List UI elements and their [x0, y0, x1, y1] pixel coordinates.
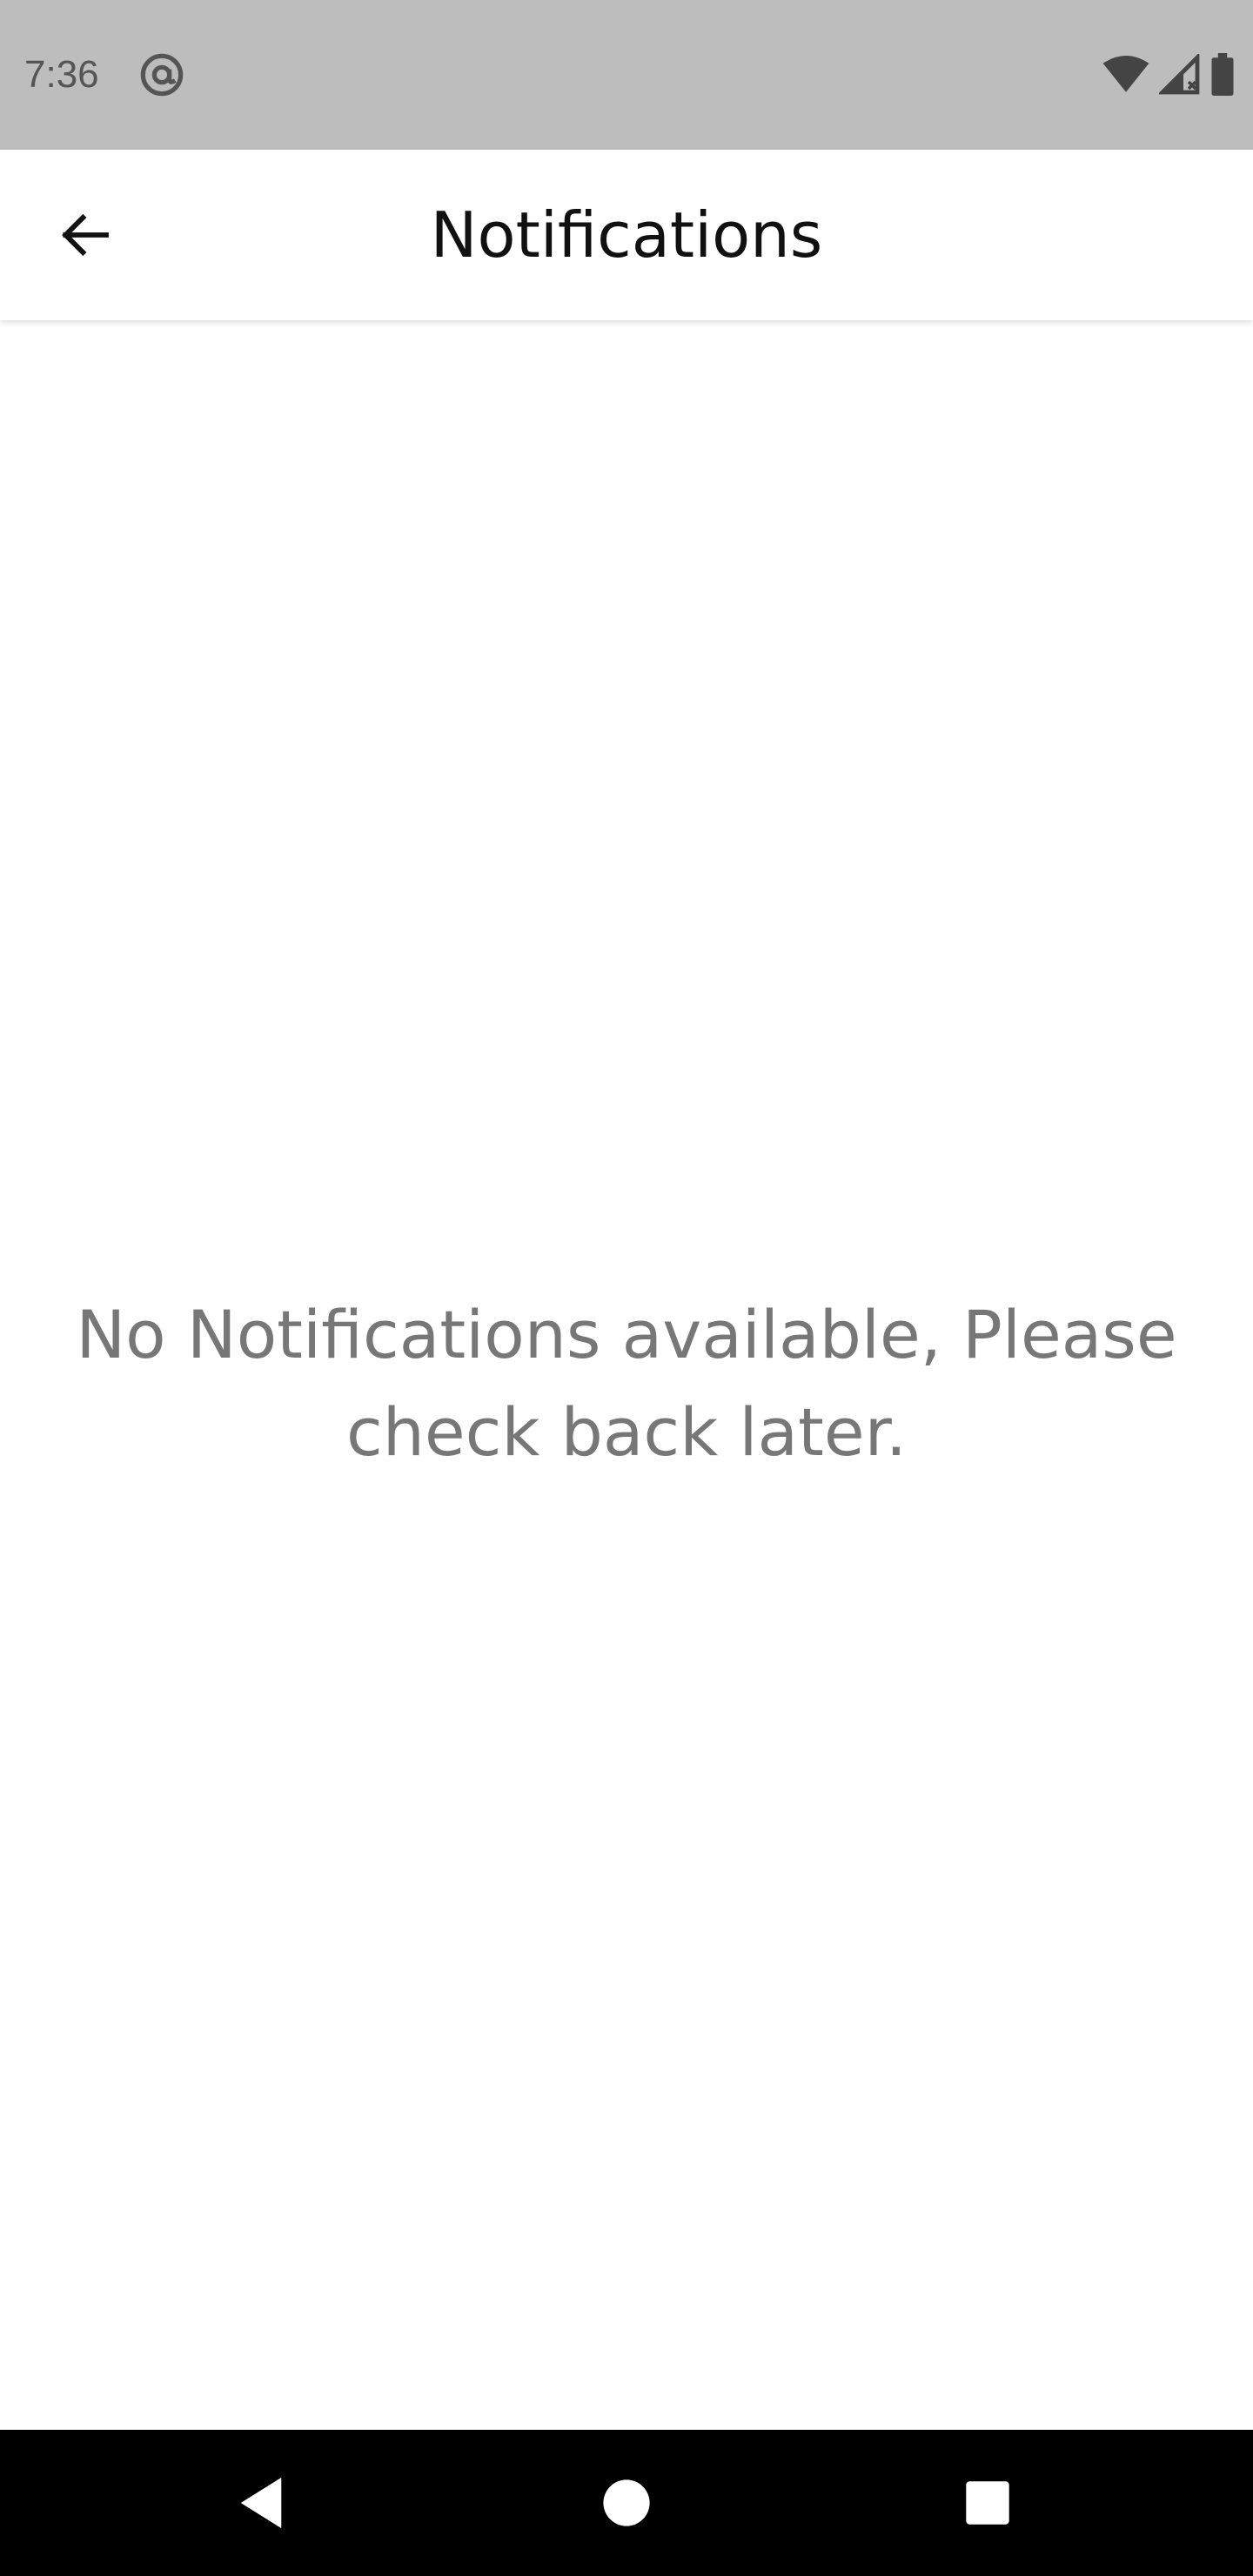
back-arrow-icon — [62, 213, 109, 257]
status-time: 7:36 — [24, 53, 99, 96]
empty-state-message: No Notifications available, Please check… — [76, 1296, 1177, 1471]
cell-signal-icon — [1159, 54, 1200, 95]
nav-home-button[interactable] — [583, 2459, 670, 2546]
page-title: Notifications — [430, 198, 823, 272]
home-circle-icon — [603, 2479, 650, 2526]
status-icons — [1102, 50, 1236, 99]
notifications-screen: 7:36 Notifications No Notifications avai… — [0, 0, 1253, 2576]
nav-back-button[interactable] — [218, 2459, 305, 2546]
system-nav-bar — [0, 2430, 1253, 2576]
battery-icon — [1211, 53, 1234, 96]
status-bar: 7:36 — [0, 0, 1253, 150]
wifi-icon — [1102, 56, 1149, 92]
nav-recents-button[interactable] — [944, 2459, 1031, 2546]
back-triangle-icon — [240, 2477, 282, 2529]
back-button[interactable] — [42, 191, 129, 278]
app-bar: Notifications — [0, 150, 1253, 320]
at-sign-icon — [140, 53, 184, 97]
recents-square-icon — [966, 2481, 1009, 2525]
notifications-list: No Notifications available, Please check… — [0, 320, 1253, 2430]
